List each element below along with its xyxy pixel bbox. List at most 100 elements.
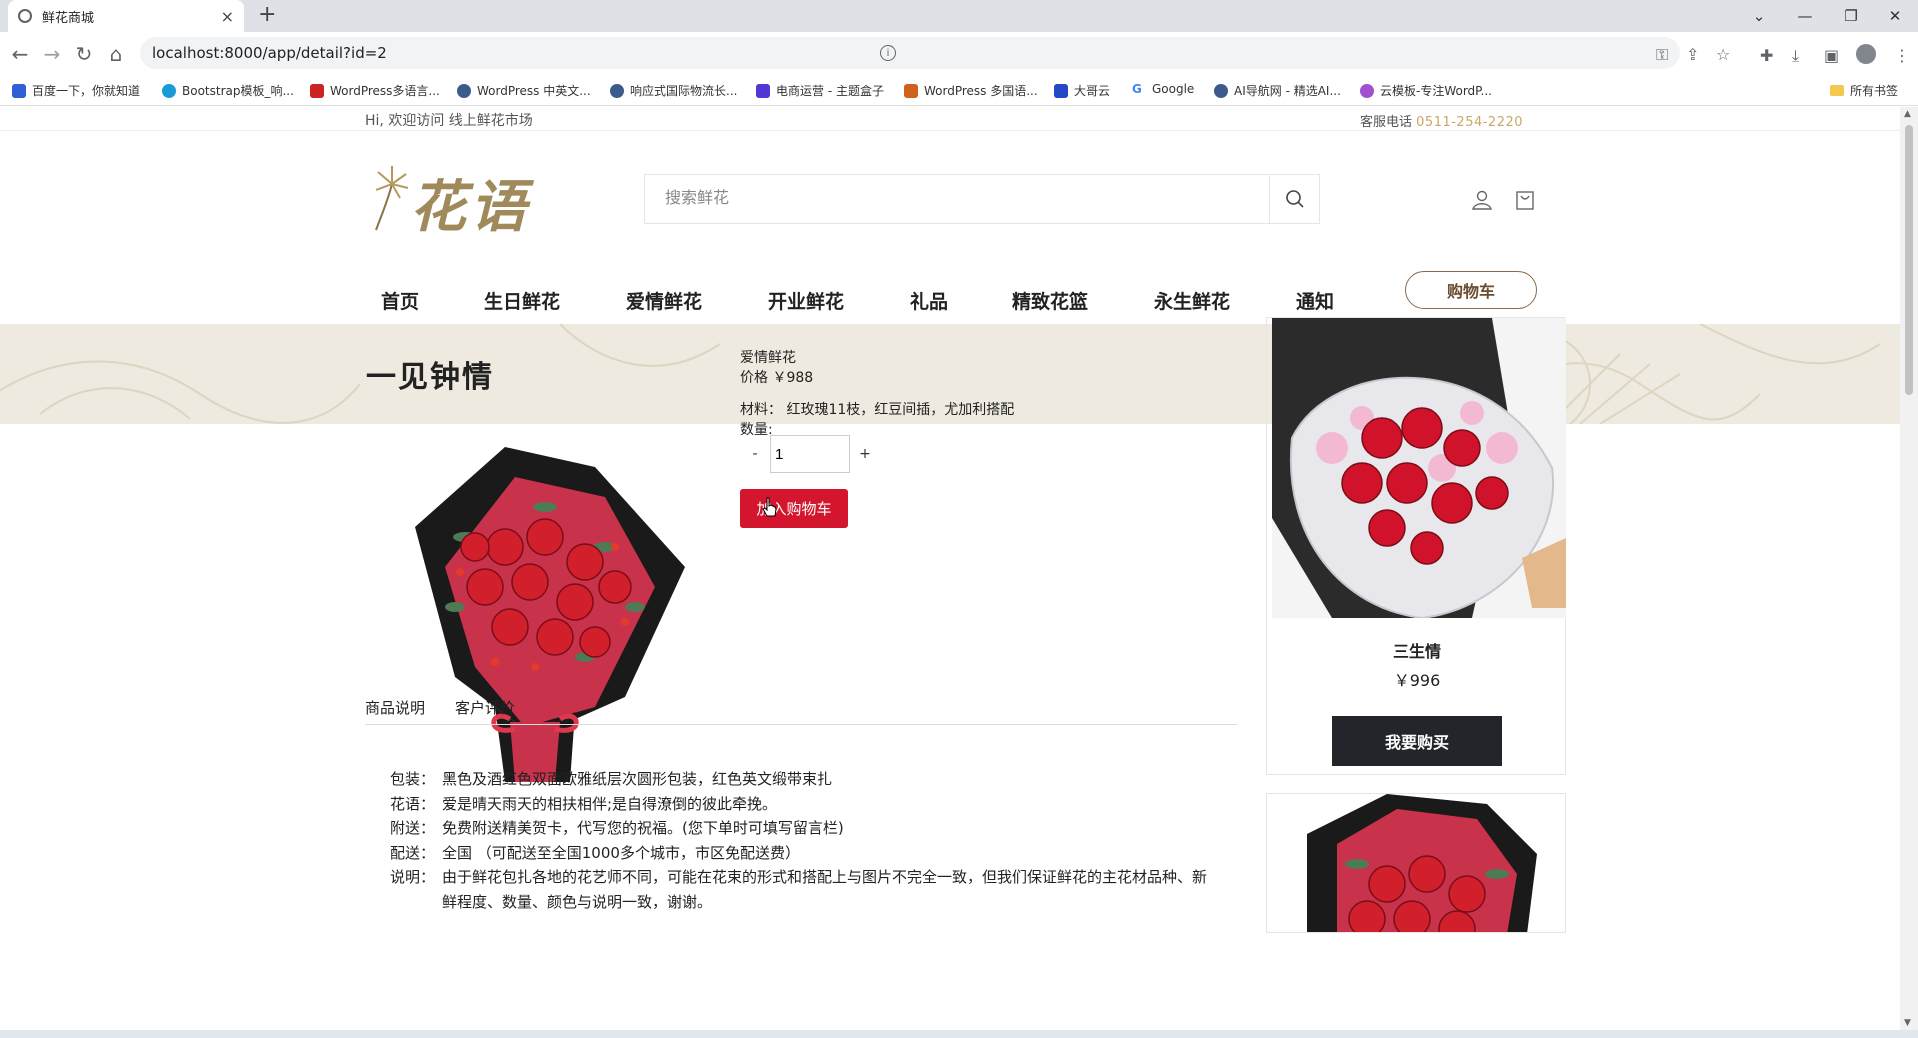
bookmark-item[interactable]: 百度一下，你就知道 [12, 82, 140, 99]
product-image [415, 447, 685, 782]
desc-row: 说明： 由于鲜花包扎各地的花艺师不同，可能在花束的形式和搭配上与图片不完全一致，但… [390, 868, 1208, 911]
qty-plus-button[interactable]: + [850, 446, 880, 462]
wordpress-icon [457, 83, 471, 98]
url-text[interactable]: localhost:8000/app/detail?id=2 [152, 44, 387, 62]
page-scrollbar[interactable]: ▲ ▼ [1900, 107, 1918, 1030]
dageyun-icon [1054, 83, 1068, 98]
recommend-price: ￥996 [1393, 671, 1441, 690]
recommend-product-image [1272, 318, 1566, 618]
wordpress-icon [610, 83, 624, 98]
qty-minus-button[interactable]: - [740, 446, 770, 462]
add-to-cart-button[interactable]: 加入购物车 [740, 489, 848, 528]
cart-button[interactable]: 购物车 [1405, 271, 1537, 309]
globe-icon [18, 9, 32, 23]
product-material: 材料： 红玫瑰11枝，红豆间插，尤加利搭配 [740, 402, 1015, 418]
main-nav: 首页 生日鲜花 爱情鲜花 开业鲜花 礼品 精致花篮 永生鲜花 通知 [0, 277, 1900, 327]
back-arrow-icon[interactable]: ← [6, 40, 34, 68]
tab-title: 鲜花商城 [42, 10, 95, 26]
google-icon: G [1132, 82, 1146, 96]
logo-text: 花语 [410, 174, 530, 240]
bookmark-item[interactable]: 大哥云 [1054, 82, 1110, 99]
password-key-icon[interactable]: ⚿ [1656, 45, 1668, 65]
flower-sprig-icon [375, 166, 409, 231]
taskbar-edge [0, 1030, 1918, 1038]
bookmark-item[interactable]: Bootstrap模板_响... [162, 82, 294, 99]
tab-search-chevron-icon[interactable]: ⌄ [1736, 0, 1782, 32]
yunmuban-icon [1360, 83, 1374, 98]
welcome-text: Hi, 欢迎访问 线上鲜花市场 [365, 113, 533, 129]
nav-item-opening[interactable]: 开业鲜花 [768, 287, 844, 314]
side-panel-icon[interactable]: ▣ [1824, 46, 1839, 65]
share-icon[interactable]: ⇪ [1686, 45, 1699, 64]
tab-close-icon[interactable]: × [221, 7, 234, 26]
quantity-stepper: - + [740, 435, 880, 473]
all-bookmarks-folder[interactable]: 所有书签 [1829, 82, 1898, 99]
shopping-bag-icon[interactable] [1514, 189, 1536, 211]
price-value: ￥988 [772, 370, 814, 386]
nav-item-birthday[interactable]: 生日鲜花 [484, 287, 560, 314]
home-icon[interactable]: ⌂ [102, 40, 130, 68]
nav-item-love[interactable]: 爱情鲜花 [626, 287, 702, 314]
hand-cursor-icon [762, 497, 777, 517]
profile-avatar[interactable] [1856, 44, 1876, 64]
bookmark-item[interactable]: 云模板-专注WordP... [1360, 82, 1492, 99]
search-button[interactable] [1269, 175, 1319, 223]
browser-tab-strip: 鲜花商城 × + ⌄ — ❐ ✕ [0, 0, 1918, 32]
reload-icon[interactable]: ↻ [70, 40, 98, 68]
scroll-down-arrow-icon[interactable]: ▼ [1904, 1018, 1911, 1028]
nav-item-basket[interactable]: 精致花篮 [1012, 287, 1088, 314]
bookmark-star-icon[interactable]: ☆ [1716, 45, 1730, 64]
restore-icon[interactable]: ❐ [1828, 0, 1874, 32]
bookmarks-bar: 百度一下，你就知道 Bootstrap模板_响... WordPress多语言.… [0, 74, 1918, 106]
detail-tabs: 商品说明 客户评价 [365, 694, 1237, 725]
top-info-bar: Hi, 欢迎访问 线上鲜花市场 客服电话 0511-254-2220 [0, 107, 1900, 131]
page-viewport: Hi, 欢迎访问 线上鲜花市场 客服电话 0511-254-2220 花语 首页 [0, 107, 1900, 1030]
recommend-name[interactable]: 三生情 [1267, 638, 1567, 662]
extensions-icon[interactable]: ✚ [1760, 46, 1773, 65]
wordpress-w-icon [310, 83, 324, 98]
buy-now-button[interactable]: 我要购买 [1332, 716, 1502, 766]
material-value: 红玫瑰11枝，红豆间插，尤加利搭配 [786, 402, 1015, 418]
product-category: 爱情鲜花 [740, 350, 796, 366]
ecommerce-icon [756, 83, 770, 98]
bookmark-item[interactable]: AI导航网 - 精选AI... [1214, 82, 1341, 99]
scrollbar-thumb[interactable] [1905, 125, 1913, 395]
address-bar[interactable]: i localhost:8000/app/detail?id=2 ⚿ ⇪ ☆ [140, 37, 1730, 69]
nav-item-home[interactable]: 首页 [381, 287, 419, 314]
nav-item-gifts[interactable]: 礼品 [910, 287, 948, 314]
user-icon[interactable] [1471, 189, 1493, 211]
recommend-card-2 [1266, 793, 1566, 933]
scroll-up-arrow-icon[interactable]: ▲ [1904, 109, 1911, 119]
bookmark-item[interactable]: G Google [1132, 82, 1194, 96]
wordpress-multilang-icon [904, 83, 918, 98]
search-input[interactable] [645, 175, 1263, 223]
wordpress-icon [1214, 83, 1228, 98]
nav-item-preserved[interactable]: 永生鲜花 [1154, 287, 1230, 314]
search-box [644, 174, 1320, 224]
bookmark-item[interactable]: WordPress 多国语... [904, 82, 1038, 99]
qty-input[interactable] [770, 435, 850, 473]
download-icon[interactable]: ⤓ [1792, 46, 1799, 66]
browser-toolbar: ← → ↻ ⌂ i localhost:8000/app/detail?id=2… [0, 32, 1918, 74]
phone-number: 0511-254-2220 [1416, 115, 1524, 130]
desc-row: 附送： 免费附送精美贺卡，代写您的祝福。(您下单时可填写留言栏) [390, 819, 844, 837]
bookmark-item[interactable]: WordPress多语言... [310, 82, 440, 99]
forward-arrow-icon[interactable]: → [38, 40, 66, 68]
bookmark-item[interactable]: 响应式国际物流长... [610, 82, 737, 99]
product-price: 价格 ￥988 [740, 370, 814, 386]
tab-reviews[interactable]: 客户评价 [455, 697, 515, 718]
bookmark-item[interactable]: 电商运营 - 主题盒子 [756, 82, 884, 99]
menu-dots-icon[interactable]: ⋮ [1894, 46, 1910, 65]
site-logo[interactable]: 花语 [370, 162, 550, 240]
desc-row: 花语： 爱是晴天雨天的相扶相伴;是自得潦倒的彼此牵挽。 [390, 794, 778, 813]
site-info-icon[interactable]: i [880, 45, 896, 61]
close-window-icon[interactable]: ✕ [1872, 0, 1918, 32]
bookmark-item[interactable]: WordPress 中英文... [457, 82, 591, 99]
nav-item-notice[interactable]: 通知 [1296, 287, 1334, 314]
new-tab-button[interactable]: + [258, 2, 276, 27]
folder-icon [1829, 85, 1844, 96]
tab-description[interactable]: 商品说明 [365, 697, 425, 718]
browser-tab[interactable]: 鲜花商城 × [8, 0, 244, 32]
desc-row: 包装： 黑色及酒红色双面欧雅纸层次圆形包装，红色英文缎带束扎 [390, 770, 833, 788]
minimize-icon[interactable]: — [1782, 0, 1828, 32]
